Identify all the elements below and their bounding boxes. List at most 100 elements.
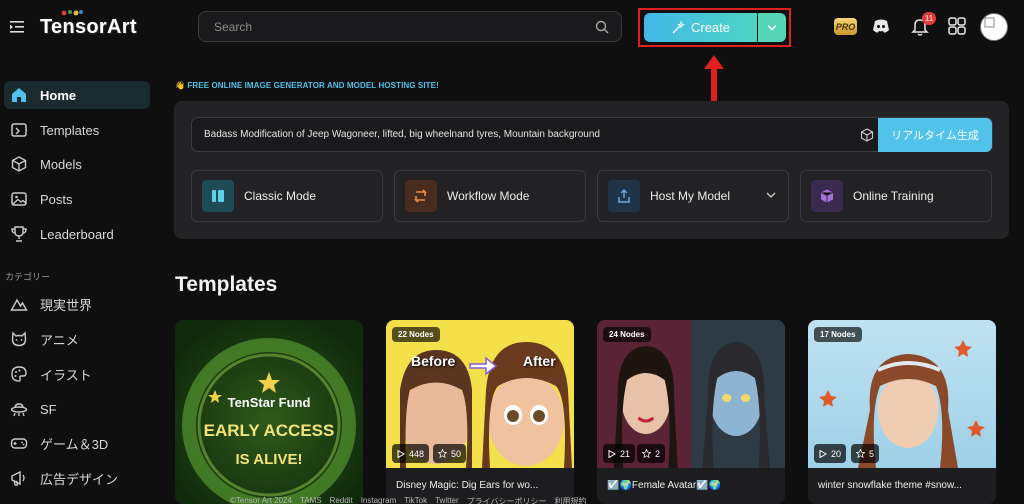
template-card-winter-snowflake[interactable]: 17 Nodes 20 5 winter snowflake theme #sn… (808, 320, 996, 504)
image-icon (9, 189, 29, 209)
play-icon (397, 449, 405, 458)
sidebar-category-ad-design[interactable]: 広告デザイン (4, 464, 150, 492)
training-cube-icon (811, 180, 843, 212)
discord-icon[interactable] (870, 15, 892, 37)
promo-line-1: TenStar Fund (227, 395, 311, 410)
classic-mode-card[interactable]: Classic Mode (191, 170, 383, 222)
host-my-model-card[interactable]: Host My Model (597, 170, 789, 222)
after-label: After (523, 353, 556, 369)
sidebar-item-label: Posts (40, 191, 73, 207)
waving-hand-icon: 👋 (175, 81, 188, 90)
sidebar-item-label: SF (40, 401, 57, 417)
likes-stat: 5 (851, 444, 880, 463)
star-icon (438, 449, 447, 458)
mode-label: Classic Mode (244, 189, 317, 203)
nodes-badge: 24 Nodes (603, 327, 651, 342)
promo-line-2: EARLY ACCESS (203, 421, 335, 440)
tensorart-logo[interactable]: TensorArt (40, 12, 137, 42)
sidebar-item-label: Models (40, 156, 82, 172)
before-label: Before (411, 353, 456, 369)
category-heading: カテゴリー (5, 272, 51, 282)
star-icon (642, 449, 651, 458)
sidebar-item-leaderboard[interactable]: Leaderboard (4, 220, 150, 248)
footer-link-twitter[interactable]: Twitter (435, 496, 459, 504)
card-title: winter snowflake theme #snow... (818, 480, 962, 491)
prompt-input[interactable]: Badass Modification of Jeep Wagoneer, li… (191, 117, 993, 152)
tenstar-promo-image (175, 320, 363, 504)
nodes-badge: 17 Nodes (814, 327, 862, 342)
home-icon (9, 85, 29, 105)
template-card-disney[interactable]: Before After 22 Nodes 448 50 Disney Magi… (386, 320, 574, 504)
sidebar-category-illustration[interactable]: イラスト (4, 360, 150, 388)
runs-count: 448 (409, 448, 425, 459)
sidebar-item-models[interactable]: Models (4, 150, 150, 178)
sidebar-item-label: Home (40, 87, 77, 103)
user-avatar[interactable] (980, 13, 1008, 41)
online-training-card[interactable]: Online Training (800, 170, 992, 222)
play-icon (819, 449, 827, 458)
menu-toggle-icon[interactable] (10, 20, 26, 34)
dice-random-icon[interactable] (860, 128, 874, 142)
sidebar-category-anime[interactable]: アニメ (4, 325, 150, 353)
play-icon (608, 449, 616, 458)
notification-count-badge: 11 (922, 12, 936, 25)
runs-count: 20 (831, 448, 842, 459)
chevron-down-icon[interactable] (766, 191, 776, 199)
mode-label: Online Training (853, 189, 934, 203)
template-card-tenstar[interactable]: TenStar Fund EARLY ACCESS IS ALIVE! (175, 320, 363, 504)
footer-link-instagram[interactable]: Instagram (361, 496, 397, 504)
create-dropdown-button[interactable] (758, 13, 786, 42)
mountain-icon (9, 294, 29, 314)
workflow-mode-card[interactable]: Workflow Mode (394, 170, 586, 222)
sidebar-item-posts[interactable]: Posts (4, 185, 150, 213)
sidebar-category-sf[interactable]: SF (4, 395, 150, 423)
footer-link-tiktok[interactable]: TikTok (404, 496, 427, 504)
red-annotation-arrow-icon (704, 55, 724, 105)
sidebar-item-label: ゲーム＆3D (40, 436, 109, 452)
footer: ©Tensor Art 2024 TAMS Reddit Instagram T… (230, 496, 587, 504)
sidebar-item-label: アニメ (40, 332, 79, 348)
pro-badge[interactable]: PRO (834, 18, 857, 35)
runs-count: 21 (620, 448, 631, 459)
chevron-down-icon (767, 25, 777, 31)
gamepad-icon (9, 433, 29, 453)
runs-stat: 20 (814, 444, 847, 463)
workflow-mode-icon (405, 180, 437, 212)
likes-count: 50 (451, 448, 462, 459)
footer-link-reddit[interactable]: Reddit (330, 496, 353, 504)
search-input[interactable] (199, 12, 621, 41)
sidebar-item-label: Templates (40, 122, 100, 138)
tagline-text: FREE ONLINE IMAGE GENERATOR AND MODEL HO… (187, 81, 439, 90)
likes-stat: 50 (433, 444, 467, 463)
sidebar: Home Templates Models Posts Leaderboard … (0, 70, 160, 504)
templates-section-title: Templates (175, 273, 278, 296)
magic-wand-icon (672, 20, 685, 33)
search-icon[interactable] (595, 20, 609, 34)
likes-count: 2 (655, 448, 661, 459)
cat-face-icon (9, 329, 29, 349)
mode-label: Host My Model (650, 189, 731, 203)
realtime-generate-button[interactable]: リアルタイム生成 (878, 118, 992, 152)
card-title: ☑️🌍Female Avatar☑️🌍 (607, 480, 722, 491)
runs-stat: 21 (603, 444, 636, 463)
template-card-female-avatar[interactable]: 24 Nodes 21 2 ☑️🌍Female Avatar☑️🌍 (597, 320, 785, 504)
prompt-text: Badass Modification of Jeep Wagoneer, li… (204, 129, 600, 140)
sidebar-item-label: 広告デザイン (40, 471, 119, 487)
sidebar-item-label: 現実世界 (40, 297, 93, 313)
likes-stat: 2 (637, 444, 666, 463)
sidebar-item-templates[interactable]: Templates (4, 116, 150, 144)
sidebar-category-real-world[interactable]: 現実世界 (4, 290, 150, 318)
broken-image-icon (984, 17, 995, 28)
upload-icon (608, 180, 640, 212)
sidebar-category-games-3d[interactable]: ゲーム＆3D (4, 429, 150, 457)
site-tagline: 👋 FREE ONLINE IMAGE GENERATOR AND MODEL … (175, 81, 439, 90)
footer-link-privacy[interactable]: プライバシーポリシー (467, 496, 547, 504)
apps-grid-icon[interactable] (946, 15, 968, 37)
trophy-icon (9, 224, 29, 244)
sidebar-item-home[interactable]: Home (4, 81, 150, 109)
footer-link-tams[interactable]: TAMS (300, 496, 322, 504)
footer-link-terms[interactable]: 利用規約 (555, 496, 587, 504)
palette-icon (9, 364, 29, 384)
search-box[interactable] (198, 11, 622, 42)
create-button[interactable]: Create (644, 13, 757, 42)
